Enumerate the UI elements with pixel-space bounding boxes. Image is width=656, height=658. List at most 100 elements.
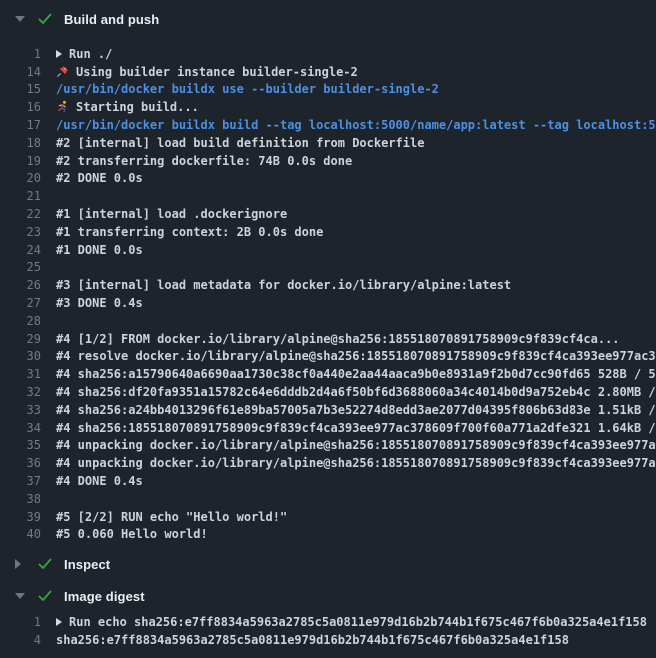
log-line: 31 #4 sha256:a15790640a6690aa1730c38cf0a4… [0, 365, 656, 383]
check-icon [37, 556, 53, 572]
line-text: #1 [internal] load .dockerignore [56, 207, 287, 221]
line-text-content: Starting build... [76, 100, 199, 114]
section-log-lines: 1 Run echo sha256:e7ff8834a5963a2785c5a08… [0, 613, 656, 649]
line-number[interactable]: 34 [0, 421, 41, 435]
chevron-down-icon [15, 593, 27, 599]
line-text-content: #1 [internal] load .dockerignore [56, 207, 287, 221]
line-text-content: #4 unpacking docker.io/library/alpine@sh… [56, 456, 656, 470]
line-number[interactable]: 39 [0, 510, 41, 524]
line-number[interactable]: 25 [0, 260, 41, 274]
line-text: #4 sha256:df20fa9351a15782c64e6dddb2d4a6… [56, 385, 656, 399]
line-text-content: Run ./ [69, 47, 112, 61]
line-number[interactable]: 1 [0, 615, 41, 629]
play-icon [56, 50, 62, 58]
line-number[interactable]: 4 [0, 633, 41, 647]
line-text: #4 unpacking docker.io/library/alpine@sh… [56, 438, 656, 452]
line-text: #5 0.060 Hello world! [56, 527, 208, 541]
line-text: Starting build... [56, 100, 199, 114]
line-number[interactable]: 14 [0, 65, 41, 79]
line-number[interactable]: 33 [0, 403, 41, 417]
log-line: 32 #4 sha256:df20fa9351a15782c64e6dddb2d4… [0, 383, 656, 401]
line-text-content: #5 [2/2] RUN echo "Hello world!" [56, 510, 287, 524]
line-text: #2 [internal] load build definition from… [56, 136, 424, 150]
section-title: Inspect [64, 557, 110, 572]
line-text-content: #3 [internal] load metadata for docker.i… [56, 278, 511, 292]
line-number[interactable]: 18 [0, 136, 41, 150]
line-text: #1 DONE 0.0s [56, 243, 143, 257]
line-number[interactable]: 23 [0, 225, 41, 239]
log-line: 39 #5 [2/2] RUN echo "Hello world!" [0, 508, 656, 526]
line-number[interactable]: 35 [0, 438, 41, 452]
line-number[interactable]: 22 [0, 207, 41, 221]
line-number[interactable]: 19 [0, 154, 41, 168]
line-text: #4 sha256:a15790640a6690aa1730c38cf0a440… [56, 367, 656, 381]
line-number[interactable]: 30 [0, 349, 41, 363]
line-text: #4 unpacking docker.io/library/alpine@sh… [56, 456, 656, 470]
log-line: 16 Starting build... [0, 98, 656, 116]
line-number[interactable]: 16 [0, 100, 41, 114]
line-text-content: #5 0.060 Hello world! [56, 527, 208, 541]
line-number[interactable]: 26 [0, 278, 41, 292]
log-section-image-digest: Image digest 1 Run echo sha256:e7ff8834a59… [0, 585, 656, 649]
line-text-content: #3 DONE 0.4s [56, 296, 143, 310]
line-number[interactable]: 28 [0, 314, 41, 328]
line-text-content: #2 transferring dockerfile: 74B 0.0s don… [56, 154, 352, 168]
section-header-image-digest[interactable]: Image digest [0, 585, 656, 607]
line-text-content: sha256:e7ff8834a5963a2785c5a0811e979d16b… [56, 633, 569, 647]
runner-icon [56, 100, 69, 113]
log-group-toggle[interactable]: 1 Run echo sha256:e7ff8834a5963a2785c5a08… [0, 613, 656, 631]
line-number[interactable]: 20 [0, 171, 41, 185]
line-text: #4 DONE 0.4s [56, 474, 143, 488]
line-number[interactable]: 29 [0, 332, 41, 346]
chevron-right-icon [15, 559, 27, 569]
line-text: #2 DONE 0.0s [56, 171, 143, 185]
log-line: 4 sha256:e7ff8834a5963a2785c5a0811e979d16… [0, 631, 656, 649]
line-text-content: #1 transferring context: 2B 0.0s done [56, 225, 323, 239]
line-number[interactable]: 21 [0, 189, 41, 203]
line-number[interactable]: 36 [0, 456, 41, 470]
line-text-content: #4 DONE 0.4s [56, 474, 143, 488]
line-text-content: Run echo sha256:e7ff8834a5963a2785c5a081… [69, 615, 647, 629]
line-text-content: #4 sha256:185518070891758909c9f839cf4ca3… [56, 421, 656, 435]
log-line: 22 #1 [internal] load .dockerignore [0, 205, 656, 223]
line-text: #2 transferring dockerfile: 74B 0.0s don… [56, 154, 352, 168]
line-text-content: #4 sha256:a24bb4013296f61e89ba57005a7b3e… [56, 403, 656, 417]
line-text-content: #4 sha256:df20fa9351a15782c64e6dddb2d4a6… [56, 385, 656, 399]
line-number[interactable]: 32 [0, 385, 41, 399]
log-line: 29 #4 [1/2] FROM docker.io/library/alpine… [0, 330, 656, 348]
line-number[interactable]: 17 [0, 118, 41, 132]
line-text-content: #4 resolve docker.io/library/alpine@sha2… [56, 349, 656, 363]
pushpin-icon [56, 65, 69, 78]
line-text-content: #1 DONE 0.0s [56, 243, 143, 257]
log-section-build-and-push: Build and push 1 Run ./ 14 Using builder ins… [0, 8, 656, 543]
line-text: #4 [1/2] FROM docker.io/library/alpine@s… [56, 332, 620, 346]
log-line: 20 #2 DONE 0.0s [0, 170, 656, 188]
line-text: #5 [2/2] RUN echo "Hello world!" [56, 510, 287, 524]
log-group-toggle[interactable]: 1 Run ./ [0, 45, 656, 63]
line-text-content: #2 [internal] load build definition from… [56, 136, 424, 150]
line-number[interactable]: 40 [0, 527, 41, 541]
log-line: 21 [0, 187, 656, 205]
line-text: sha256:e7ff8834a5963a2785c5a0811e979d16b… [56, 633, 569, 647]
line-number[interactable]: 27 [0, 296, 41, 310]
log-line: 30 #4 resolve docker.io/library/alpine@sh… [0, 348, 656, 366]
section-header-inspect[interactable]: Inspect [0, 553, 656, 575]
log-line: 27 #3 DONE 0.4s [0, 294, 656, 312]
line-text-content: /usr/bin/docker buildx use --builder bui… [56, 82, 439, 96]
line-text-content: Using builder instance builder-single-2 [76, 65, 358, 79]
line-number[interactable]: 31 [0, 367, 41, 381]
line-text: /usr/bin/docker buildx use --builder bui… [56, 82, 439, 96]
log-section-inspect: Inspect [0, 553, 656, 575]
section-header-build-and-push[interactable]: Build and push [0, 8, 656, 30]
line-text: Run echo sha256:e7ff8834a5963a2785c5a081… [56, 615, 647, 629]
chevron-down-icon [15, 16, 27, 22]
section-title: Image digest [64, 589, 145, 604]
line-number[interactable]: 15 [0, 82, 41, 96]
log-line: 25 [0, 259, 656, 277]
line-number[interactable]: 37 [0, 474, 41, 488]
log-line: 36 #4 unpacking docker.io/library/alpine@… [0, 454, 656, 472]
line-number[interactable]: 1 [0, 47, 41, 61]
line-text-content: /usr/bin/docker buildx build --tag local… [56, 118, 656, 132]
line-number[interactable]: 24 [0, 243, 41, 257]
line-number[interactable]: 38 [0, 492, 41, 506]
